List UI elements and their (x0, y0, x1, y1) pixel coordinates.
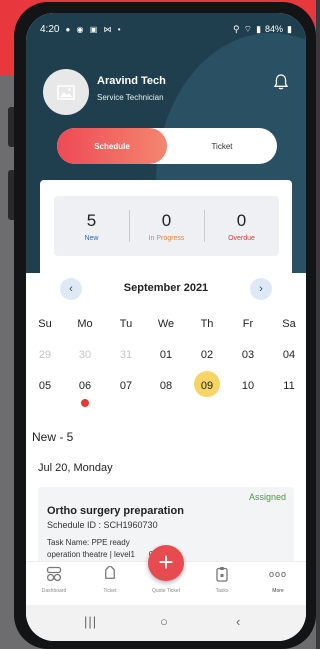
dashboard-icon (46, 566, 62, 582)
user-role: Service Technician (97, 93, 164, 102)
day-name: Fr (242, 318, 254, 330)
stat-new-value: 5 (86, 210, 97, 230)
nav-tasks[interactable]: Tasks (194, 566, 250, 594)
signal-icon: ▮ (256, 23, 262, 34)
day-name: Su (38, 318, 52, 330)
stat-in-progress-label: In Progress (148, 234, 185, 242)
calendar-day[interactable]: 08 (146, 380, 186, 392)
bell-icon[interactable] (272, 73, 290, 91)
calendar-header: ‹ September 2021 › (26, 278, 306, 304)
status-badge: Assigned (248, 492, 286, 502)
task-location: operation theatre | level101 (47, 549, 247, 561)
nav-ticket[interactable]: Ticket (82, 566, 138, 594)
home-icon[interactable]: ○ (160, 614, 168, 629)
stat-new-label: New (84, 234, 99, 242)
user-name: Aravind Tech (97, 75, 166, 87)
calendar-day[interactable]: 04 (269, 349, 306, 361)
tab-schedule[interactable]: Schedule (57, 128, 167, 164)
nav-more-label: More (272, 588, 284, 594)
view-toggle: Schedule Ticket (57, 128, 277, 164)
stat-in-progress[interactable]: 0 In Progress (129, 196, 204, 256)
stats-summary: 5 New 0 In Progress 0 Overdue (54, 196, 279, 256)
tab-ticket[interactable]: Ticket (167, 128, 277, 164)
next-month-button[interactable]: › (250, 278, 272, 300)
nav-more[interactable]: ooo More (250, 566, 306, 594)
calendar-day[interactable]: 29 (26, 349, 65, 361)
tag-icon (105, 566, 115, 579)
app-screen: 4:20 ● ◉ ▣ ⋈ • ⚲ ⌔ ▮ 84% ▮ Aravind Tech … (26, 13, 306, 641)
battery-icon: ▮ (287, 23, 292, 34)
calendar-day[interactable]: 02 (187, 349, 227, 361)
group-date: Jul 20, Monday (38, 462, 113, 474)
task-details: Task Name: PPE ready operation theatre |… (47, 537, 247, 561)
recent-apps-icon[interactable]: ||| (84, 614, 97, 629)
day-name: Th (200, 318, 214, 330)
day-name: Mo (77, 318, 93, 330)
card-title: Ortho surgery preparation (47, 505, 184, 517)
task-location-text: operation theatre | level1 (47, 550, 135, 559)
section-header-new: New - 5 (32, 430, 74, 444)
stat-new[interactable]: 5 New (54, 196, 129, 256)
location-icon: ⚲ (233, 23, 240, 34)
system-navigation-bar: ||| ○ ‹ (26, 605, 306, 641)
day-name: We (157, 318, 175, 330)
add-button[interactable]: + (148, 545, 184, 581)
wifi-icon: ⌔ (243, 23, 253, 34)
day-name: Sa (282, 318, 296, 330)
schedule-id: Schedule ID : SCH1960730 (47, 520, 158, 530)
notification-icons: ● ◉ ▣ ⋈ • (65, 24, 123, 34)
event-dot (81, 399, 89, 407)
nav-dashboard[interactable]: Dashboard (26, 566, 82, 594)
calendar-day[interactable]: 10 (228, 380, 268, 392)
stat-in-progress-value: 0 (161, 210, 172, 230)
status-bar: 4:20 ● ◉ ▣ ⋈ • ⚲ ⌔ ▮ 84% ▮ (26, 13, 306, 45)
calendar-day[interactable]: 05 (26, 380, 65, 392)
status-right: ⚲ ⌔ ▮ 84% ▮ (233, 24, 292, 35)
battery-percent: 84% (265, 24, 284, 34)
calendar-day[interactable]: 07 (106, 380, 146, 392)
image-placeholder-icon (57, 84, 75, 100)
stat-overdue-label: Overdue (228, 234, 255, 242)
more-icon: ooo (268, 569, 288, 579)
clipboard-icon (216, 567, 228, 582)
calendar-day-selected[interactable]: 09 (187, 380, 227, 392)
calendar-day[interactable]: 03 (228, 349, 268, 361)
day-name: Tu (119, 318, 133, 330)
calendar-day[interactable]: 31 (106, 349, 146, 361)
calendar-day[interactable]: 30 (65, 349, 105, 361)
avatar[interactable] (43, 69, 89, 115)
status-time: 4:20 (40, 23, 60, 35)
stat-overdue[interactable]: 0 Overdue (204, 196, 279, 256)
nav-quote-ticket-label: Quote Ticket (151, 588, 181, 594)
calendar-day[interactable]: 06 (65, 380, 105, 392)
stat-overdue-value: 0 (236, 210, 247, 230)
back-icon[interactable]: ‹ (236, 614, 240, 629)
task-name: Task Name: PPE ready (47, 538, 130, 547)
calendar-day[interactable]: 01 (146, 349, 186, 361)
nav-ticket-label: Ticket (103, 588, 117, 594)
nav-tasks-label: Tasks (215, 588, 229, 594)
nav-dashboard-label: Dashboard (41, 588, 67, 594)
calendar-day[interactable]: 11 (269, 380, 306, 392)
